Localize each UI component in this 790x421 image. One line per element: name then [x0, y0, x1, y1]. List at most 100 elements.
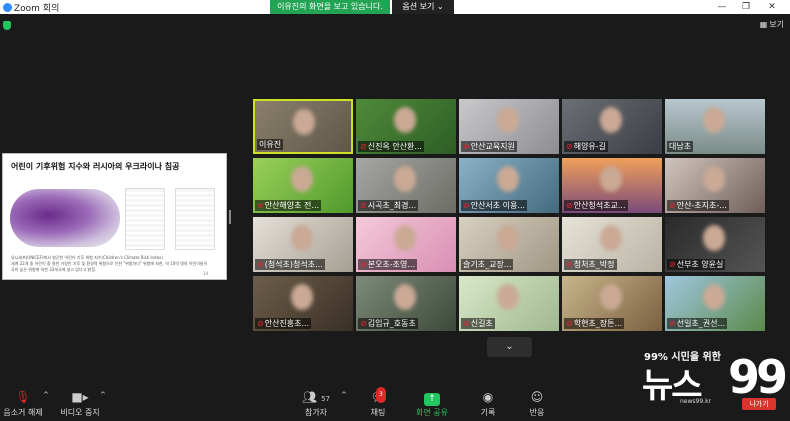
participant-name: ⊘선부초 양윤실	[667, 259, 726, 270]
slide-note: 유니세프(UNICEF)에서 발간한 어린이 기후 위험 지수(Children…	[11, 255, 211, 273]
app-title: Zoom 회의	[3, 1, 59, 14]
participant-name-text: 본오초-조영...	[367, 260, 416, 269]
mic-muted-icon: ⊘	[463, 319, 470, 328]
slide-table-2	[175, 188, 215, 250]
unmute-label: 음소거 해제	[3, 408, 43, 417]
participant-name-text: 안산진흥초...	[264, 319, 310, 328]
view-button-label: 보기	[769, 20, 784, 29]
split-divider-handle[interactable]	[229, 210, 231, 224]
participant-tile[interactable]: ⊘(청석초)청석초...	[253, 217, 353, 272]
participant-tile[interactable]: ⊘본오초-조영...	[356, 217, 456, 272]
participant-name-text: 선부초 양윤실	[676, 260, 724, 269]
participants-icon: 👥︎ 57	[302, 390, 330, 404]
participant-video	[394, 107, 416, 133]
leave-meeting-button[interactable]: 나가기	[742, 398, 776, 410]
watermark-url: news99.kr	[680, 398, 712, 405]
participant-video	[293, 109, 315, 135]
audio-options-caret-icon[interactable]: ^	[43, 391, 49, 399]
video-options-caret-icon[interactable]: ^	[100, 391, 106, 399]
participant-name: ⊘시곡초_최경...	[358, 200, 419, 211]
mic-muted-icon: ⊘	[463, 201, 470, 210]
unmute-button[interactable]: 🎙︎ 음소거 해제	[2, 389, 44, 418]
participant-name-text: 신진옥 안산환...	[367, 142, 423, 151]
participants-options-caret-icon[interactable]: ^	[341, 391, 347, 399]
watermark-number: 99	[728, 350, 788, 404]
participant-name-text: 청처초_박정	[573, 260, 615, 269]
participant-name-text: 안산해양초 전...	[264, 201, 320, 210]
record-button[interactable]: ◉ 기록	[474, 389, 502, 418]
mic-muted-icon: ⊘	[463, 142, 470, 151]
participants-label: 참가자	[304, 408, 328, 417]
participant-tile[interactable]: ⊘안산교육지원	[459, 99, 559, 154]
participant-name-text: 슬기초_교장...	[463, 260, 512, 269]
participant-tile[interactable]: ⊘안산-초지초-...	[665, 158, 765, 213]
participant-tile[interactable]: ⊘신길초	[459, 276, 559, 331]
participant-name: ⊘선일초_권선...	[667, 318, 728, 329]
title-bar: Zoom 회의 이유진의 화면을 보고 있습니다. 옵션 보기 ⌄ — ❐ ✕	[0, 0, 790, 14]
participant-name: ⊘안산진흥초...	[255, 318, 312, 329]
participant-name: 대남초	[667, 141, 694, 152]
participant-tile[interactable]: ⊘안산진흥초...	[253, 276, 353, 331]
participant-tile[interactable]: ⊘김임규_호동초	[356, 276, 456, 331]
participant-tile[interactable]: ⊘시곡초_최경...	[356, 158, 456, 213]
next-page-button[interactable]: ⌄	[487, 337, 532, 357]
view-options-button[interactable]: 옵션 보기 ⌄	[392, 0, 454, 14]
participant-name-text: 해양유-길	[573, 142, 607, 151]
participant-name: ⊘김임규_호동초	[358, 318, 418, 329]
participant-video	[703, 107, 725, 133]
participant-tile[interactable]: ⊘해양유-길	[562, 99, 662, 154]
participant-tile[interactable]: ⊘선부초 양윤실	[665, 217, 765, 272]
slide-title: 어린이 기후위험 지수와 러시아의 우크라이나 침공	[11, 162, 180, 171]
mic-muted-icon: ⊘	[360, 142, 367, 151]
stop-video-button[interactable]: ■▸ 비디오 중지	[58, 389, 102, 418]
participant-tile[interactable]: ⊘안산청석초교...	[562, 158, 662, 213]
participant-video	[497, 107, 519, 133]
participant-video	[291, 284, 313, 310]
share-screen-button[interactable]: ↑ 화면 공유	[414, 389, 450, 418]
participants-button[interactable]: 👥︎ 57 참가자	[297, 389, 335, 418]
participant-video	[394, 166, 416, 192]
minimize-button[interactable]: —	[710, 0, 734, 14]
participant-video	[600, 284, 622, 310]
participant-video	[600, 225, 622, 251]
mic-muted-icon: ⊘	[257, 260, 264, 269]
participant-name: ⊘안산교육지원	[461, 141, 517, 152]
participant-name: ⊘(청석초)청석초...	[255, 259, 325, 270]
video-grid: 이유진 ⊘신진옥 안산환... ⊘안산교육지원 ⊘해양유-길 대남초 ⊘안산해양초 전..…	[253, 99, 765, 333]
participant-tile[interactable]: ⊘선일초_권선...	[665, 276, 765, 331]
participant-name: ⊘본오초-조영...	[358, 259, 418, 270]
participant-tile[interactable]: ⊘신진옥 안산환...	[356, 99, 456, 154]
participant-tile[interactable]: 대남초	[665, 99, 765, 154]
participant-tile[interactable]: ⊘청처초_박정	[562, 217, 662, 272]
participant-video	[394, 284, 416, 310]
mic-muted-icon: ⊘	[257, 319, 264, 328]
participant-tile[interactable]: 이유진	[253, 99, 353, 154]
close-button[interactable]: ✕	[760, 0, 784, 14]
participant-video	[600, 166, 622, 192]
participant-name: ⊘학현초_장튼...	[564, 318, 625, 329]
video-camera-icon: ■▸	[71, 390, 89, 404]
zoom-logo-icon	[3, 3, 12, 12]
chat-button[interactable]: 💬︎3 채팅	[364, 387, 392, 418]
participant-name: ⊘안산해양초 전...	[255, 200, 322, 211]
participant-name-text: 이유진	[259, 140, 282, 149]
participant-tile[interactable]: ⊘학현초_장튼...	[562, 276, 662, 331]
participant-name: 이유진	[257, 139, 284, 150]
mic-muted-icon: ⊘	[566, 260, 573, 269]
reactions-button[interactable]: ☺ 반응	[523, 389, 551, 418]
chevron-down-icon: ⌄	[505, 341, 514, 352]
participant-video	[703, 166, 725, 192]
participant-video	[703, 284, 725, 310]
participant-tile[interactable]: 슬기초_교장...	[459, 217, 559, 272]
maximize-button[interactable]: ❐	[734, 0, 758, 14]
participant-tile[interactable]: ⊘안산서초 이용...	[459, 158, 559, 213]
slide-note-line2: 세계 22개 중 어린이 중 절반 가량인 기후 및 환경적 위험으로 인한 "…	[11, 261, 208, 272]
participants-count: 57	[321, 395, 330, 403]
mic-muted-icon: ⊘	[669, 201, 676, 210]
security-shield-icon[interactable]	[3, 21, 11, 30]
chat-label: 채팅	[370, 408, 386, 417]
participant-tile[interactable]: ⊘안산해양초 전...	[253, 158, 353, 213]
view-button[interactable]: ▦ 보기	[760, 19, 784, 30]
participant-name-text: 신길초	[470, 319, 493, 328]
mic-muted-icon: ⊘	[257, 201, 264, 210]
